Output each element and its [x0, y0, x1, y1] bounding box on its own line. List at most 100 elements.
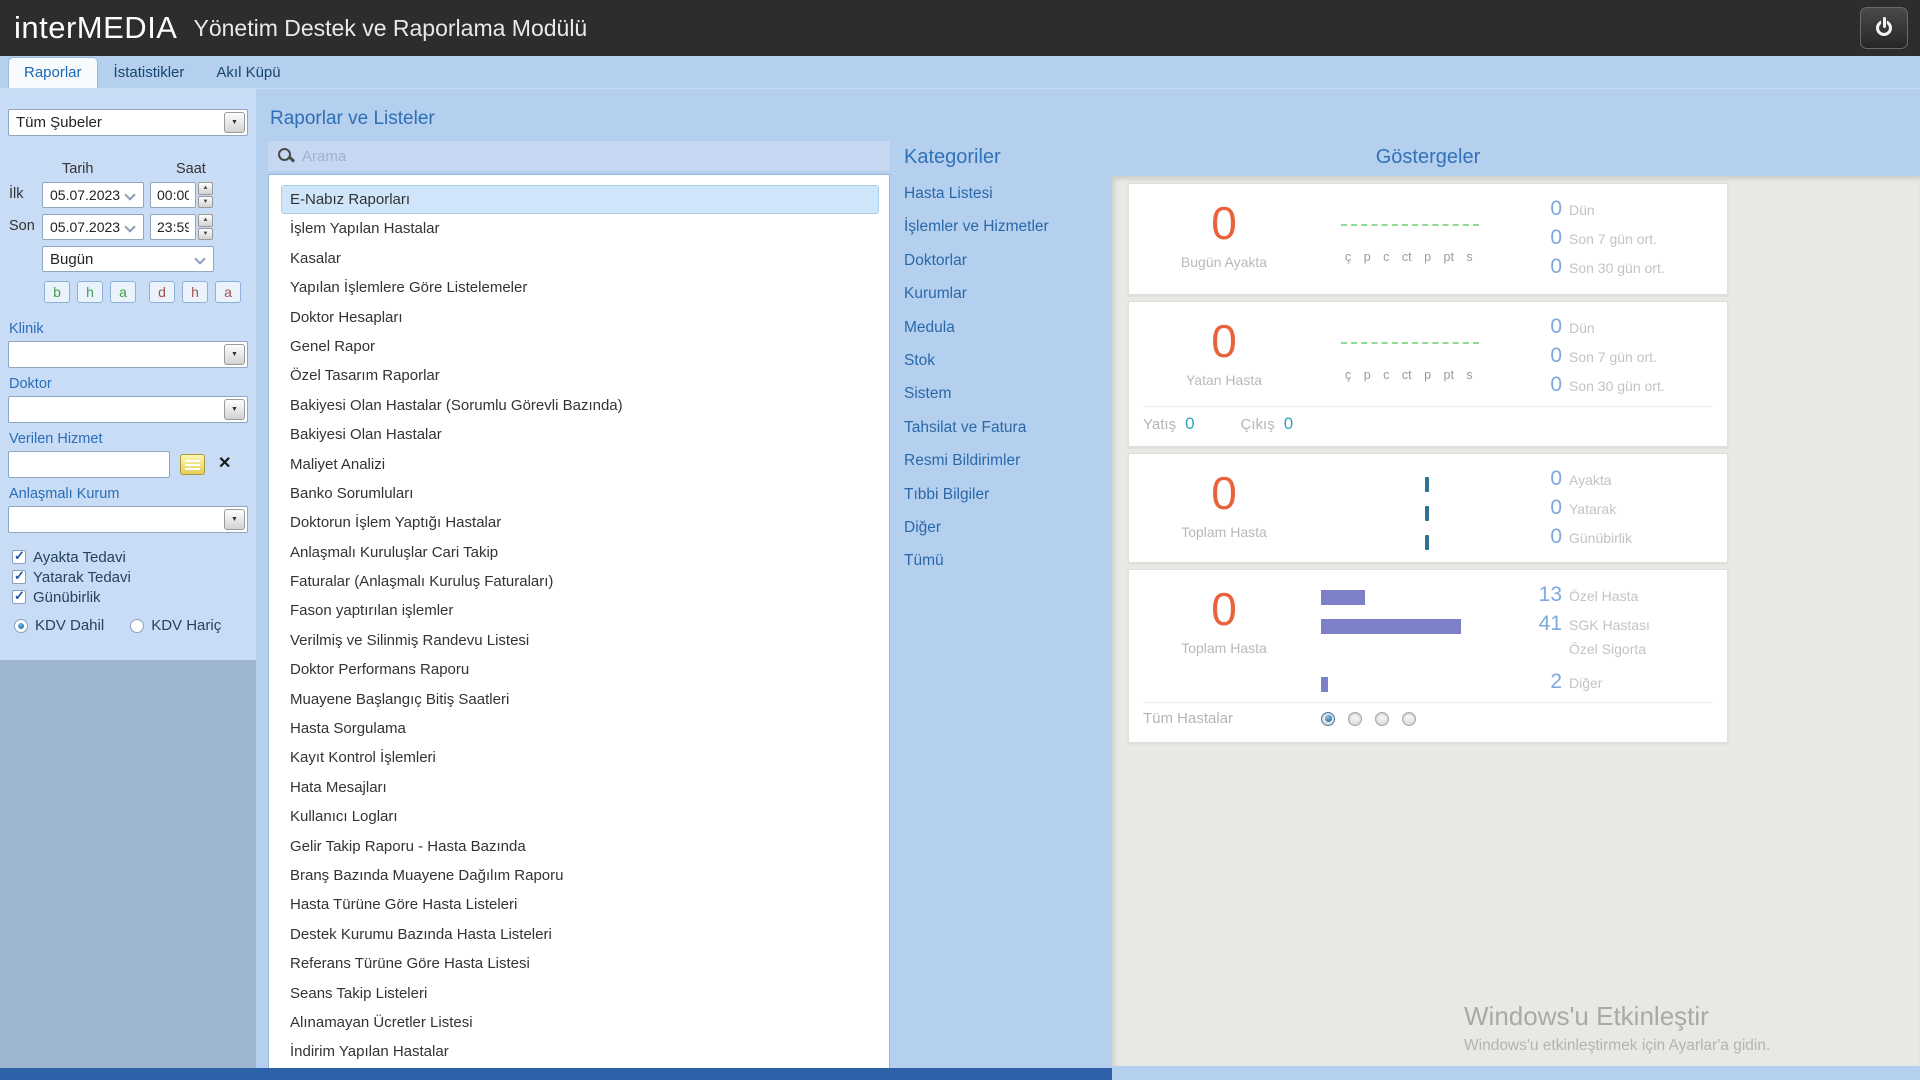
- report-list-item[interactable]: Verilmiş ve Silinmiş Randevu Listesi: [281, 626, 879, 655]
- report-search[interactable]: [268, 141, 890, 171]
- day-axis-labels: ç p c ct p pt s: [1345, 368, 1473, 382]
- quick-period-button[interactable]: a: [215, 281, 241, 303]
- category-item[interactable]: Kurumlar: [904, 282, 1049, 315]
- period-select[interactable]: Bugün: [42, 246, 214, 272]
- category-item[interactable]: Hasta Listesi: [904, 182, 1049, 215]
- report-list-item[interactable]: Fason yaptırılan işlemler: [281, 596, 879, 625]
- category-item[interactable]: Tahsilat ve Fatura: [904, 416, 1049, 449]
- treatment-checkbox[interactable]: Yatarak Tedavi: [12, 567, 131, 587]
- category-item[interactable]: Diğer: [904, 516, 1049, 549]
- chevron-down-icon[interactable]: [124, 221, 135, 232]
- first-time-input[interactable]: [150, 182, 196, 208]
- chevron-down-icon[interactable]: [224, 112, 245, 133]
- report-list-item[interactable]: Hasta Sorgulama: [281, 714, 879, 743]
- branch-select-value: Tüm Şubeler: [9, 114, 224, 131]
- treatment-checkbox[interactable]: Ayakta Tedavi: [12, 547, 131, 567]
- report-list-item[interactable]: Kayıt Kontrol İşlemleri: [281, 743, 879, 772]
- stat-row: 0 Ayakta: [1534, 467, 1727, 496]
- admission-discharge-stat: Çıkış 0: [1241, 414, 1294, 434]
- report-list-item[interactable]: E-Nabız Raporları: [281, 185, 879, 214]
- last-time-input[interactable]: [150, 214, 196, 240]
- report-list-item[interactable]: Doktorun İşlem Yaptığı Hastalar: [281, 508, 879, 537]
- first-row-label: İlk: [9, 186, 24, 202]
- indicators-title: Göstergeler: [1128, 146, 1728, 169]
- service-input[interactable]: [8, 451, 170, 478]
- category-item[interactable]: Sistem: [904, 382, 1049, 415]
- tab[interactable]: Raporlar: [8, 57, 98, 88]
- report-list-item[interactable]: Özel Tasarım Raporlar: [281, 361, 879, 390]
- quick-period-button[interactable]: h: [182, 281, 208, 303]
- kdv-radio[interactable]: KDV Hariç: [130, 617, 221, 634]
- chevron-down-icon[interactable]: [224, 399, 245, 420]
- report-list-item[interactable]: Branş Bazında Muayene Dağılım Raporu: [281, 861, 879, 890]
- category-item[interactable]: Tıbbi Bilgiler: [904, 483, 1049, 516]
- spinner-down-icon[interactable]: ▼: [198, 228, 213, 241]
- report-list-item[interactable]: Hata Mesajları: [281, 773, 879, 802]
- report-list-item[interactable]: İndirim Yapılan Hastalar: [281, 1037, 879, 1066]
- report-list-item[interactable]: Hasta Türüne Göre Hasta Listeleri: [281, 890, 879, 919]
- patients-scope-radio[interactable]: [1348, 712, 1362, 726]
- category-item[interactable]: İşlemler ve Hizmetler: [904, 215, 1049, 248]
- report-list-item[interactable]: Destek Kurumu Bazında Hasta Listeleri: [281, 920, 879, 949]
- doctor-select[interactable]: [8, 396, 248, 423]
- patients-scope-radio[interactable]: [1321, 712, 1335, 726]
- report-list-item[interactable]: Alınamayan Ücretler Listesi: [281, 1008, 879, 1037]
- report-list-item[interactable]: Faturalar (Anlaşmalı Kuruluş Faturaları): [281, 567, 879, 596]
- report-list-item[interactable]: Anlaşmalı Kuruluşlar Cari Takip: [281, 538, 879, 567]
- report-list-item[interactable]: Bakiyesi Olan Hastalar: [281, 420, 879, 449]
- branch-select[interactable]: Tüm Şubeler: [8, 109, 248, 136]
- category-item[interactable]: Resmi Bildirimler: [904, 449, 1049, 482]
- category-item[interactable]: Doktorlar: [904, 249, 1049, 282]
- report-list-item[interactable]: Doktor Hesapları: [281, 303, 879, 332]
- report-list-item[interactable]: Doktor Performans Raporu: [281, 655, 879, 684]
- chevron-down-icon[interactable]: [224, 344, 245, 365]
- last-time-stepper[interactable]: ▲▼: [198, 214, 213, 240]
- report-list-item[interactable]: Genel Rapor: [281, 332, 879, 361]
- indicator-card-inpatient: 0 Yatan Hasta ç p c ct p pt s 0 Dün 0 So…: [1128, 301, 1728, 447]
- report-list-item[interactable]: Referans Türüne Göre Hasta Listesi: [281, 949, 879, 978]
- report-list-item[interactable]: Kullanıcı Logları: [281, 802, 879, 831]
- bar-diger: [1321, 677, 1328, 692]
- tab[interactable]: Akıl Küpü: [200, 57, 296, 88]
- service-browse-icon[interactable]: [180, 454, 205, 475]
- category-item[interactable]: Stok: [904, 349, 1049, 382]
- quick-period-button[interactable]: d: [149, 281, 175, 303]
- quick-period-button[interactable]: h: [77, 281, 103, 303]
- report-list-item[interactable]: Seans Takip Listeleri: [281, 979, 879, 1008]
- report-list-item[interactable]: Bakiyesi Olan Hastalar (Sorumlu Görevli …: [281, 391, 879, 420]
- report-list-item[interactable]: Yapılan İşlemlere Göre Listelemeler: [281, 273, 879, 302]
- first-date-input[interactable]: 05.07.2023: [42, 182, 144, 208]
- clear-icon[interactable]: ✕: [218, 453, 231, 473]
- tab[interactable]: İstatistikler: [98, 57, 201, 88]
- report-list-item[interactable]: Muayene Başlangıç Bitiş Saatleri: [281, 685, 879, 714]
- kdv-radio[interactable]: KDV Dahil: [14, 617, 104, 634]
- institution-select[interactable]: [8, 506, 248, 533]
- patients-scope-radio[interactable]: [1375, 712, 1389, 726]
- treatment-checkbox[interactable]: Günübirlik: [12, 587, 131, 607]
- first-time-stepper[interactable]: ▲▼: [198, 182, 213, 208]
- spinner-down-icon[interactable]: ▼: [198, 196, 213, 209]
- last-date-input[interactable]: 05.07.2023: [42, 214, 144, 240]
- bar-chart: [1319, 570, 1534, 699]
- report-list-item[interactable]: İşlem Yapılan Hastalar: [281, 214, 879, 243]
- power-button[interactable]: [1860, 7, 1908, 49]
- windows-activation-watermark-text: Windows'u etkinleştirmek için Ayarlar'a …: [1464, 1037, 1770, 1055]
- tick-mark: [1425, 506, 1429, 521]
- report-list-item[interactable]: Kasalar: [281, 244, 879, 273]
- category-item[interactable]: Medula: [904, 316, 1049, 349]
- patients-scope-radio[interactable]: [1402, 712, 1416, 726]
- clinic-select[interactable]: [8, 341, 248, 368]
- report-list-item[interactable]: Banko Sorumluları: [281, 479, 879, 508]
- spinner-up-icon[interactable]: ▲: [198, 214, 213, 227]
- chevron-down-icon[interactable]: [224, 509, 245, 530]
- category-item[interactable]: Tümü: [904, 549, 1049, 582]
- checkbox-icon: [12, 550, 26, 564]
- chevron-down-icon[interactable]: [194, 253, 205, 264]
- search-input[interactable]: [302, 148, 862, 165]
- report-list-item[interactable]: Gelir Takip Raporu - Hasta Bazında: [281, 832, 879, 861]
- spinner-up-icon[interactable]: ▲: [198, 182, 213, 195]
- quick-period-button[interactable]: a: [110, 281, 136, 303]
- report-list-item[interactable]: Maliyet Analizi: [281, 450, 879, 479]
- quick-period-button[interactable]: b: [44, 281, 70, 303]
- chevron-down-icon[interactable]: [124, 189, 135, 200]
